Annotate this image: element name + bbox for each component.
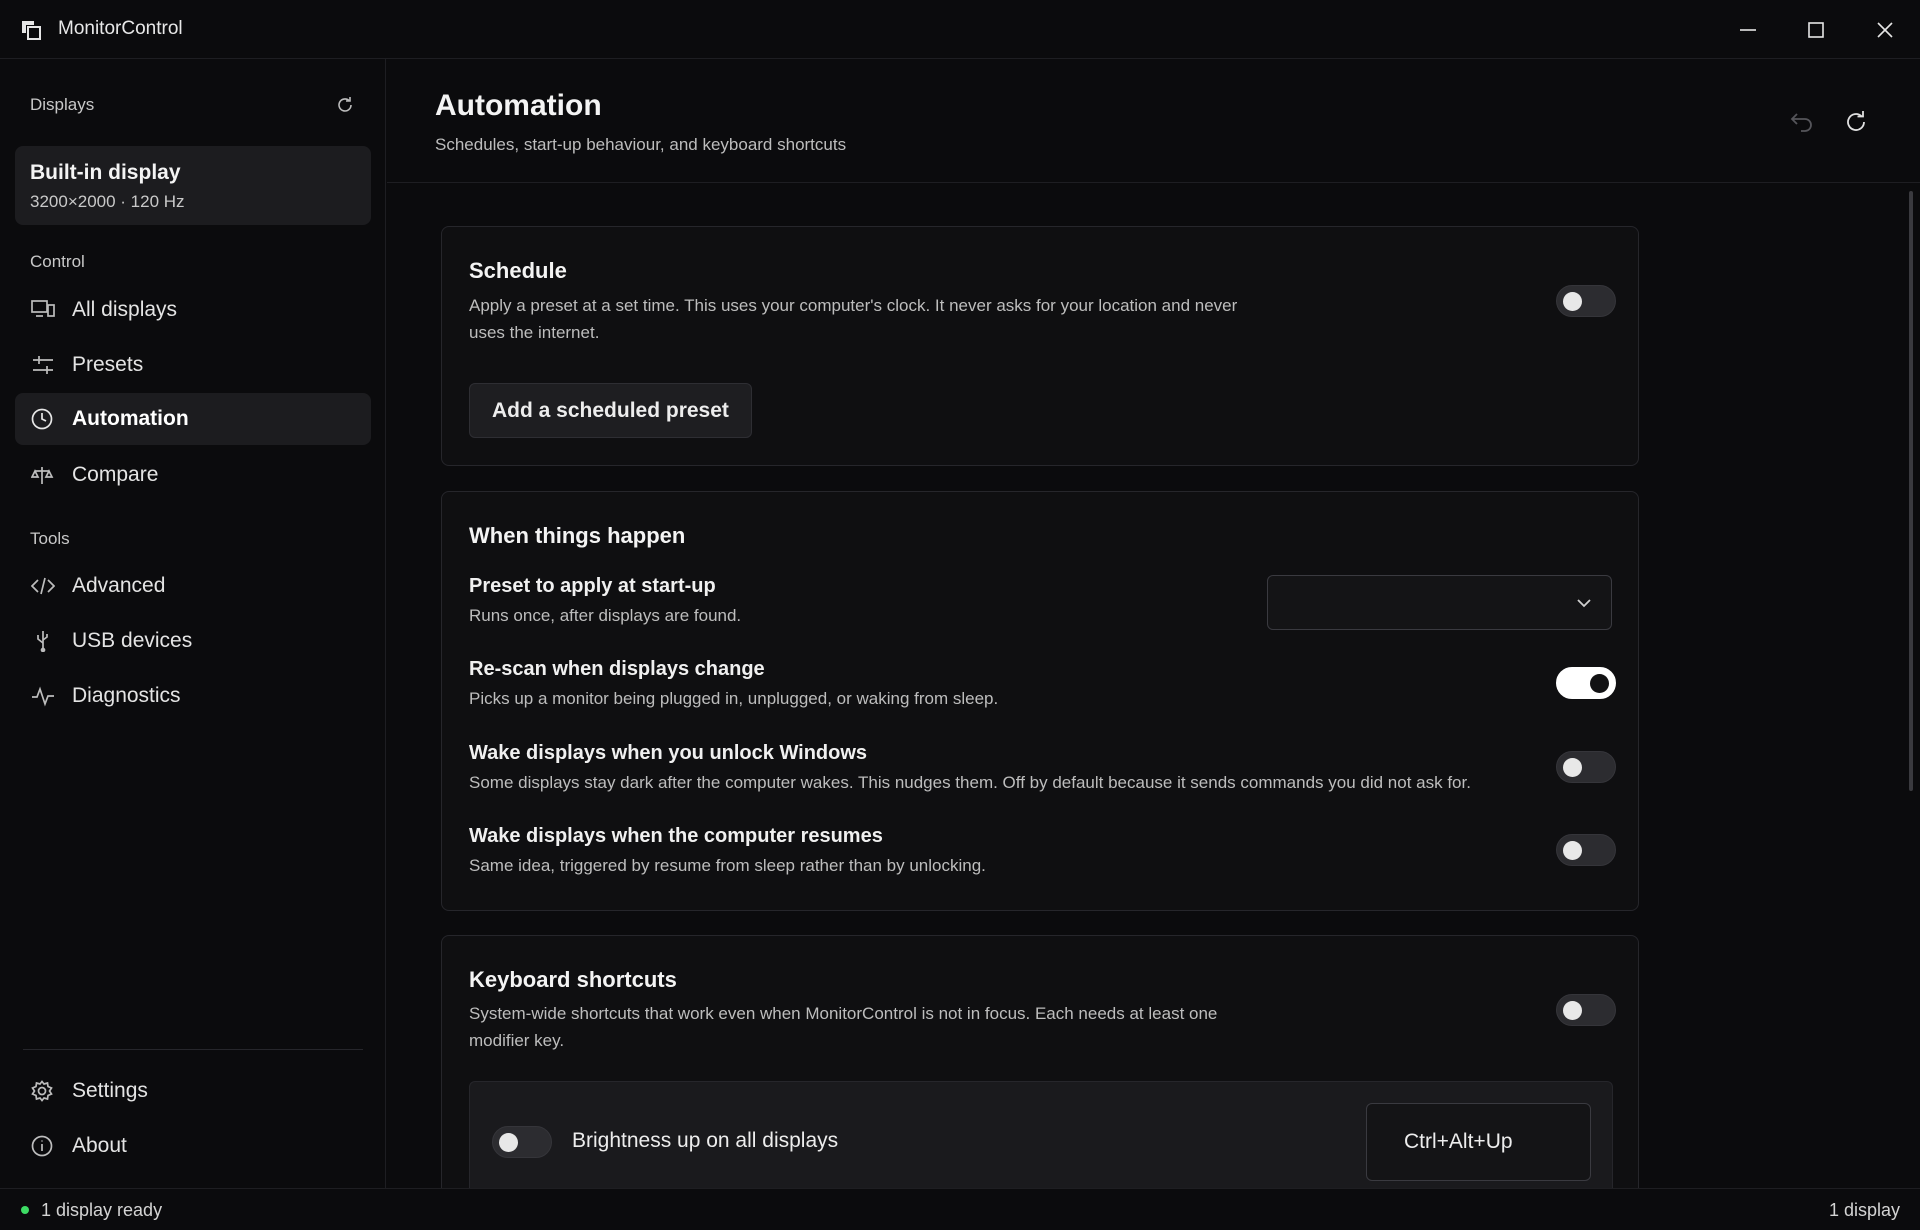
toggle-knob <box>1563 1001 1582 1020</box>
sidebar-item-diagnostics[interactable]: Diagnostics <box>15 670 371 722</box>
title-bar: MonitorControl <box>0 0 1920 59</box>
schedule-toggle[interactable] <box>1556 285 1616 317</box>
status-bar: 1 display ready 1 display <box>0 1188 1920 1230</box>
sidebar-item-compare[interactable]: Compare <box>15 449 371 501</box>
page-title: Automation <box>435 89 602 122</box>
maximize-button[interactable] <box>1782 0 1850 59</box>
display-name: Built-in display <box>30 161 181 184</box>
toggle-knob <box>1563 841 1582 860</box>
shortcuts-card: Keyboard shortcuts System-wide shortcuts… <box>441 935 1639 1188</box>
sidebar: Displays Built-in display 3200×2000 · 12… <box>0 59 386 1188</box>
sidebar-item-automation[interactable]: Automation <box>15 393 371 445</box>
display-spec: 3200×2000 · 120 Hz <box>30 192 185 211</box>
undo-icon <box>1790 113 1812 132</box>
wake-resume-description: Same idea, triggered by resume from slee… <box>469 856 986 875</box>
info-icon <box>31 1135 55 1157</box>
sidebar-item-label: Settings <box>72 1079 148 1102</box>
chevron-down-icon <box>1575 594 1593 612</box>
refresh-icon <box>1847 111 1865 131</box>
sidebar-item-label: Advanced <box>72 574 166 597</box>
refresh-displays-button[interactable] <box>335 95 355 115</box>
shortcuts-toggle[interactable] <box>1556 994 1616 1026</box>
sidebar-item-presets[interactable]: Presets <box>15 339 371 391</box>
reload-button[interactable] <box>1843 109 1869 135</box>
toggle-knob <box>1563 758 1582 777</box>
page-subtitle: Schedules, start-up behaviour, and keybo… <box>435 135 847 154</box>
pulse-icon <box>31 685 55 707</box>
startup-preset-description: Runs once, after displays are found. <box>469 606 742 625</box>
content-scrollbar[interactable] <box>1909 191 1913 791</box>
display-card-built-in[interactable]: Built-in display 3200×2000 · 120 Hz <box>15 146 371 225</box>
shortcut-key-input[interactable]: Ctrl+Alt+Up <box>1366 1103 1591 1181</box>
sidebar-item-label: About <box>72 1134 127 1157</box>
app-title: MonitorControl <box>58 18 183 39</box>
wake-resume-title: Wake displays when the computer resumes <box>469 825 883 847</box>
sidebar-item-label: Presets <box>72 353 144 376</box>
status-text: 1 display ready <box>41 1200 163 1220</box>
sidebar-item-advanced[interactable]: Advanced <box>15 560 371 612</box>
events-title: When things happen <box>469 523 686 548</box>
app-logo-icon <box>20 19 42 41</box>
shortcuts-description-line2: modifier key. <box>469 1031 565 1050</box>
rescan-title: Re-scan when displays change <box>469 658 765 680</box>
shortcuts-title: Keyboard shortcuts <box>469 967 677 992</box>
add-scheduled-preset-button[interactable]: Add a scheduled preset <box>469 383 752 438</box>
toggle-knob <box>499 1133 518 1152</box>
rescan-toggle[interactable] <box>1556 667 1616 699</box>
rescan-description: Picks up a monitor being plugged in, unp… <box>469 689 999 708</box>
events-card: When things happen Preset to apply at st… <box>441 491 1639 911</box>
displays-heading: Displays <box>30 95 95 114</box>
schedule-description-line1: Apply a preset at a set time. This uses … <box>469 296 1238 315</box>
tools-heading: Tools <box>30 529 70 548</box>
wake-unlock-toggle[interactable] <box>1556 751 1616 783</box>
shortcut-row: Brightness up on all displays Ctrl+Alt+U… <box>469 1081 1613 1188</box>
sidebar-divider <box>23 1049 363 1050</box>
control-heading: Control <box>30 252 85 271</box>
sidebar-item-label: Diagnostics <box>72 684 181 707</box>
page-header: Automation Schedules, start-up behaviour… <box>387 59 1920 183</box>
clock-icon <box>31 408 55 430</box>
minimize-icon <box>1740 28 1756 31</box>
startup-preset-title: Preset to apply at start-up <box>469 575 716 597</box>
close-icon <box>1877 21 1893 38</box>
shortcuts-description-line1: System-wide shortcuts that work even whe… <box>469 1004 1218 1023</box>
startup-preset-select[interactable] <box>1267 575 1612 630</box>
shortcut-label: Brightness up on all displays <box>572 1129 839 1152</box>
minimize-button[interactable] <box>1714 0 1782 59</box>
main-content: Schedule Apply a preset at a set time. T… <box>387 184 1920 1188</box>
sliders-icon <box>31 354 55 376</box>
sidebar-item-usb-devices[interactable]: USB devices <box>15 615 371 667</box>
shortcut-brightness-up-toggle[interactable] <box>492 1126 552 1158</box>
gear-icon <box>31 1080 55 1102</box>
monitors-icon <box>31 299 55 321</box>
refresh-icon <box>338 97 352 112</box>
schedule-title: Schedule <box>469 258 567 283</box>
sidebar-item-label: Compare <box>72 463 159 486</box>
display-count: 1 display <box>1828 1200 1900 1220</box>
wake-unlock-title: Wake displays when you unlock Windows <box>469 742 868 764</box>
sidebar-item-label: Automation <box>72 407 189 430</box>
maximize-icon <box>1808 21 1824 38</box>
scale-icon <box>30 464 55 486</box>
usb-icon <box>31 630 55 653</box>
sidebar-item-label: All displays <box>72 298 178 321</box>
wake-unlock-description: Some displays stay dark after the comput… <box>469 773 1471 792</box>
toggle-knob <box>1590 674 1609 693</box>
sidebar-item-label: USB devices <box>72 629 193 652</box>
schedule-description-line2: uses the internet. <box>469 323 600 342</box>
toggle-knob <box>1563 292 1582 311</box>
schedule-card: Schedule Apply a preset at a set time. T… <box>441 226 1639 466</box>
sidebar-item-all-displays[interactable]: All displays <box>15 284 371 336</box>
undo-button[interactable] <box>1789 109 1815 135</box>
code-icon <box>30 575 56 597</box>
sidebar-item-about[interactable]: About <box>15 1120 371 1172</box>
status-indicator-icon <box>21 1206 29 1214</box>
wake-resume-toggle[interactable] <box>1556 834 1616 866</box>
sidebar-item-settings[interactable]: Settings <box>15 1065 371 1117</box>
close-button[interactable] <box>1851 0 1919 59</box>
